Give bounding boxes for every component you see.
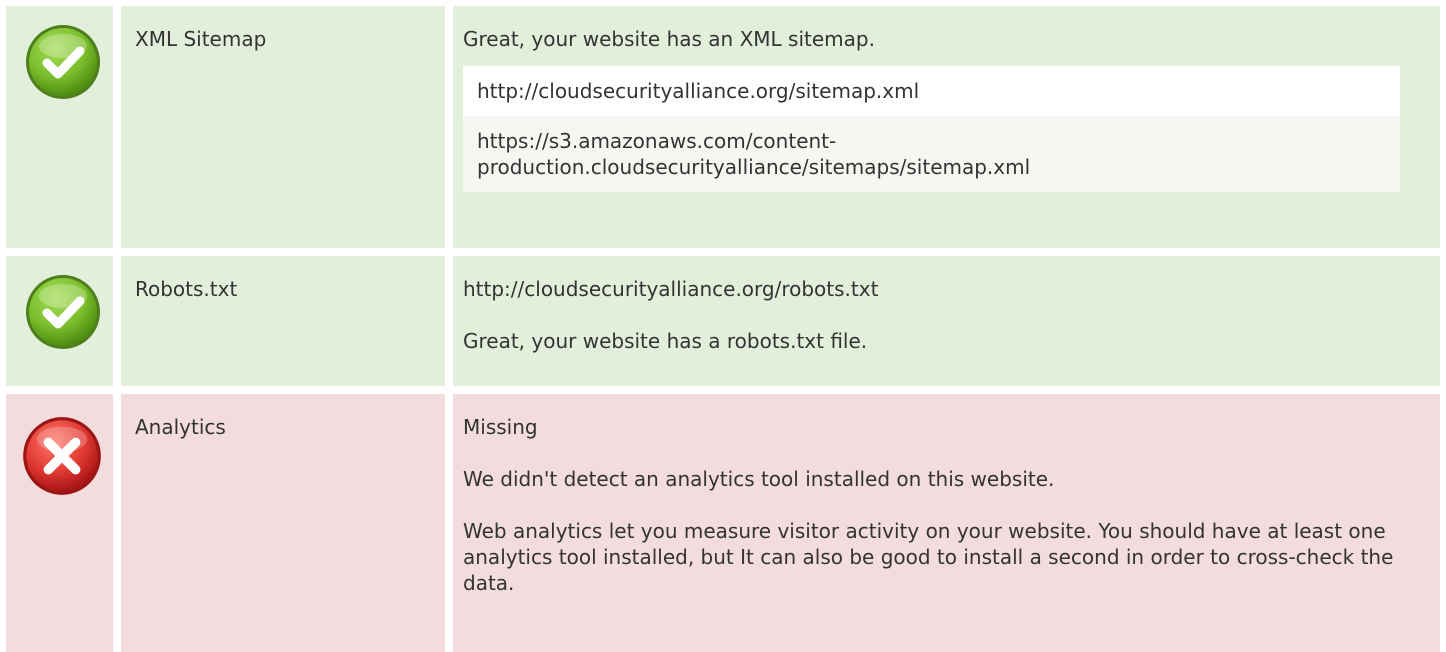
- content-cell: Great, your website has an XML sitemap. …: [453, 6, 1440, 248]
- check-label: Analytics: [135, 415, 226, 439]
- label-cell: Robots.txt: [121, 256, 445, 386]
- report-row-xml-sitemap: XML Sitemap Great, your website has an X…: [0, 6, 1446, 248]
- status-message: Great, your website has a robots.txt fil…: [463, 329, 868, 353]
- status-cell: [6, 394, 113, 652]
- cross-icon: [23, 417, 101, 495]
- report-row-analytics: Analytics Missing We didn't detect an an…: [0, 394, 1446, 652]
- robots-url: http://cloudsecurityalliance.org/robots.…: [463, 277, 879, 301]
- status-value: Missing: [463, 415, 538, 439]
- content-cell: http://cloudsecurityalliance.org/robots.…: [453, 256, 1440, 386]
- status-message: We didn't detect an analytics tool insta…: [463, 467, 1055, 491]
- sitemap-url: https://s3.amazonaws.com/content-product…: [463, 116, 1400, 192]
- sitemap-url-list: http://cloudsecurityalliance.org/sitemap…: [463, 66, 1400, 192]
- seo-report: XML Sitemap Great, your website has an X…: [0, 0, 1446, 652]
- label-cell: XML Sitemap: [121, 6, 445, 248]
- advice-text: Web analytics let you measure visitor ac…: [463, 519, 1394, 595]
- check-label: Robots.txt: [135, 277, 238, 301]
- sitemap-url: http://cloudsecurityalliance.org/sitemap…: [463, 66, 1400, 116]
- check-icon: [26, 275, 100, 349]
- check-label: XML Sitemap: [135, 27, 267, 51]
- status-message: Great, your website has an XML sitemap.: [463, 27, 875, 51]
- status-cell: [6, 256, 113, 386]
- content-cell: Missing We didn't detect an analytics to…: [453, 394, 1440, 652]
- report-row-robots-txt: Robots.txt http://cloudsecurityalliance.…: [0, 256, 1446, 386]
- status-cell: [6, 6, 113, 248]
- label-cell: Analytics: [121, 394, 445, 652]
- check-icon: [26, 25, 100, 99]
